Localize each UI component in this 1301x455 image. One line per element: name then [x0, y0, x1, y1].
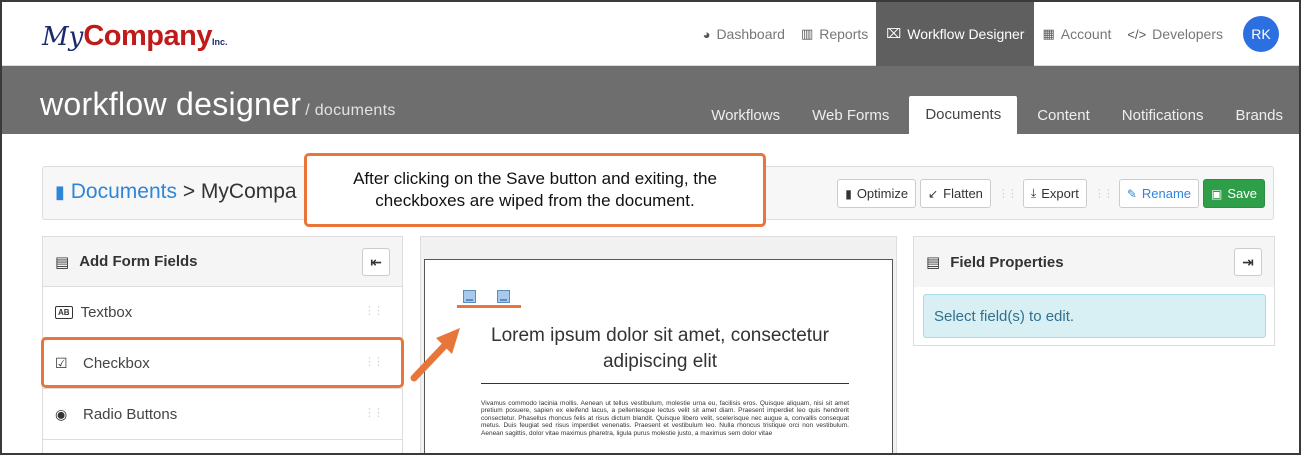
tab-brands[interactable]: Brands	[1219, 107, 1299, 134]
document-canvas: Lorem ipsum dolor sit amet, consectetur …	[420, 236, 897, 453]
nav-dashboard[interactable]: ◕ Dashboard	[695, 2, 793, 66]
export-button[interactable]: ⤓ Export	[1022, 179, 1087, 208]
user-avatar[interactable]: RK	[1243, 16, 1279, 52]
tab-web-forms[interactable]: Web Forms	[796, 107, 905, 134]
reports-icon: ▥	[800, 26, 814, 41]
page-title: workflow designer / documents	[40, 86, 396, 122]
collapse-left-button[interactable]: ⇤	[362, 248, 390, 276]
field-properties-panel: ▤ Field Properties ⇥ Select field(s) to …	[913, 236, 1275, 346]
top-navbar: MyCompanyInc. ◕ Dashboard ▥ Reports ⌧ Wo…	[2, 2, 1299, 66]
nav-reports[interactable]: ▥ Reports	[793, 2, 876, 66]
tab-content[interactable]: Content	[1021, 107, 1106, 134]
info-alert: Select field(s) to edit.	[923, 294, 1266, 338]
dashboard-icon: ◕	[702, 26, 711, 42]
document-body: Vivamus commodo lacinia mollis. Aenean u…	[481, 400, 849, 437]
flatten-button[interactable]: ↙ Flatten	[920, 179, 991, 208]
toolbar-grip-icon: ⋮⋮	[1093, 188, 1114, 200]
document-page[interactable]: Lorem ipsum dolor sit amet, consectetur …	[424, 259, 893, 453]
collapse-right-icon: ⇥	[1242, 253, 1254, 270]
field-radio-buttons[interactable]: ◉ Radio Buttons ⋮⋮	[43, 389, 402, 440]
collapse-left-icon: ⇤	[370, 253, 382, 270]
clipboard-icon: ▤	[926, 254, 941, 271]
company-logo[interactable]: MyCompanyInc.	[42, 20, 227, 53]
document-icon: ▮	[55, 182, 65, 202]
tab-documents[interactable]: Documents	[909, 96, 1018, 134]
panel-header: ▤ Add Form Fields ⇤	[43, 237, 402, 287]
annotation-callout: After clicking on the Save button and ex…	[304, 153, 766, 227]
collapse-right-button[interactable]: ⇥	[1234, 248, 1262, 276]
page-subtitle: / documents	[305, 102, 396, 119]
nav-workflow-designer[interactable]: ⌧ Workflow Designer	[876, 2, 1035, 66]
tab-workflows[interactable]: Workflows	[695, 107, 796, 134]
save-button[interactable]: ▣ Save	[1203, 179, 1265, 208]
account-icon: ▦	[1042, 26, 1055, 41]
breadcrumb: ▮ Documents > MyCompa	[55, 180, 297, 203]
textbox-icon: AB	[55, 305, 73, 319]
flatten-icon: ↙	[928, 186, 939, 201]
nav-items: ◕ Dashboard ▥ Reports ⌧ Workflow Designe…	[695, 2, 1299, 66]
breadcrumb-current: MyCompa	[200, 180, 297, 203]
download-icon: ⤓	[1030, 186, 1037, 200]
document-rule	[481, 383, 849, 384]
nav-developers[interactable]: </> Developers	[1119, 2, 1231, 66]
checkbox-field-placeholder[interactable]	[497, 290, 510, 303]
optimize-icon: ▮	[845, 186, 852, 201]
field-textbox[interactable]: AB Textbox ⋮⋮	[43, 287, 402, 338]
screenshot-frame: MyCompanyInc. ◕ Dashboard ▥ Reports ⌧ Wo…	[0, 0, 1301, 455]
annotation-underline	[457, 305, 521, 308]
radio-icon: ◉	[55, 405, 68, 422]
tab-notifications[interactable]: Notifications	[1106, 107, 1220, 134]
save-icon: ▣	[1211, 186, 1223, 201]
section-tabs: Workflows Web Forms Documents Content No…	[695, 96, 1299, 134]
panel-header: ▤ Field Properties ⇥	[914, 237, 1274, 287]
workflow-icon: ⌧	[886, 26, 902, 41]
breadcrumb-documents-link[interactable]: Documents	[71, 180, 177, 203]
rename-button[interactable]: ✎ Rename	[1118, 179, 1200, 208]
toolbar-grip-icon: ⋮⋮	[997, 188, 1018, 200]
drag-handle-icon[interactable]: ⋮⋮	[364, 304, 384, 317]
checkbox-highlight	[41, 337, 404, 388]
annotation-arrow-icon	[410, 328, 460, 382]
code-icon: </>	[1127, 26, 1147, 42]
optimize-button[interactable]: ▮ Optimize	[837, 179, 917, 208]
clipboard-icon: ▤	[55, 253, 70, 271]
nav-account[interactable]: ▦ Account	[1034, 2, 1119, 66]
document-heading: Lorem ipsum dolor sit amet, consectetur …	[491, 325, 829, 372]
page-header-band: workflow designer / documents Workflows W…	[2, 66, 1299, 134]
document-toolbar: ▮ Optimize ↙ Flatten ⋮⋮ ⤓ Export ⋮⋮ ✎ Re…	[833, 179, 1265, 208]
edit-icon: ✎	[1126, 186, 1137, 201]
checkbox-field-placeholder[interactable]	[463, 290, 476, 303]
drag-handle-icon[interactable]: ⋮⋮	[364, 406, 384, 419]
